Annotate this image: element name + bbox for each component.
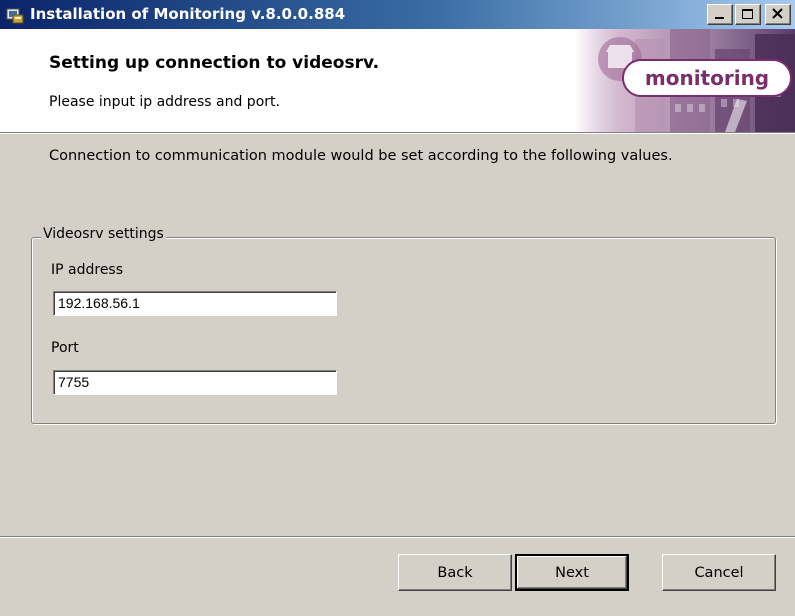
banner-title: Setting up connection to videosrv. [49,53,380,73]
header-banner: Setting up connection to videosrv. Pleas… [0,29,795,132]
installer-window: Installation of Monitoring v.8.0.0.884 S… [0,0,795,616]
intro-text: Connection to communication module would… [49,148,673,164]
maximize-icon[interactable] [735,4,761,25]
caption-buttons [707,4,791,26]
group-legend: Videosrv settings [41,226,166,242]
title-bar[interactable]: Installation of Monitoring v.8.0.0.884 [0,0,795,29]
back-button[interactable]: Back [398,554,512,591]
minimize-icon[interactable] [707,4,733,25]
port-input[interactable] [58,374,328,390]
window-title: Installation of Monitoring v.8.0.0.884 [30,5,346,23]
port-label: Port [51,340,79,356]
port-field[interactable] [53,370,337,395]
videosrv-settings-group [31,237,776,424]
monitoring-logo: monitoring [575,29,795,132]
ip-address-label: IP address [51,262,124,278]
logo-text: monitoring [645,66,769,90]
banner-subtitle: Please input ip address and port. [49,94,280,110]
cancel-button[interactable]: Cancel [662,554,776,591]
ip-address-input[interactable] [58,295,328,311]
ip-address-field[interactable] [53,291,337,316]
installer-icon [6,6,24,24]
footer-divider-highlight [0,537,795,538]
next-button[interactable]: Next [515,554,629,591]
banner-divider-highlight [0,133,795,134]
close-icon[interactable] [765,4,791,25]
